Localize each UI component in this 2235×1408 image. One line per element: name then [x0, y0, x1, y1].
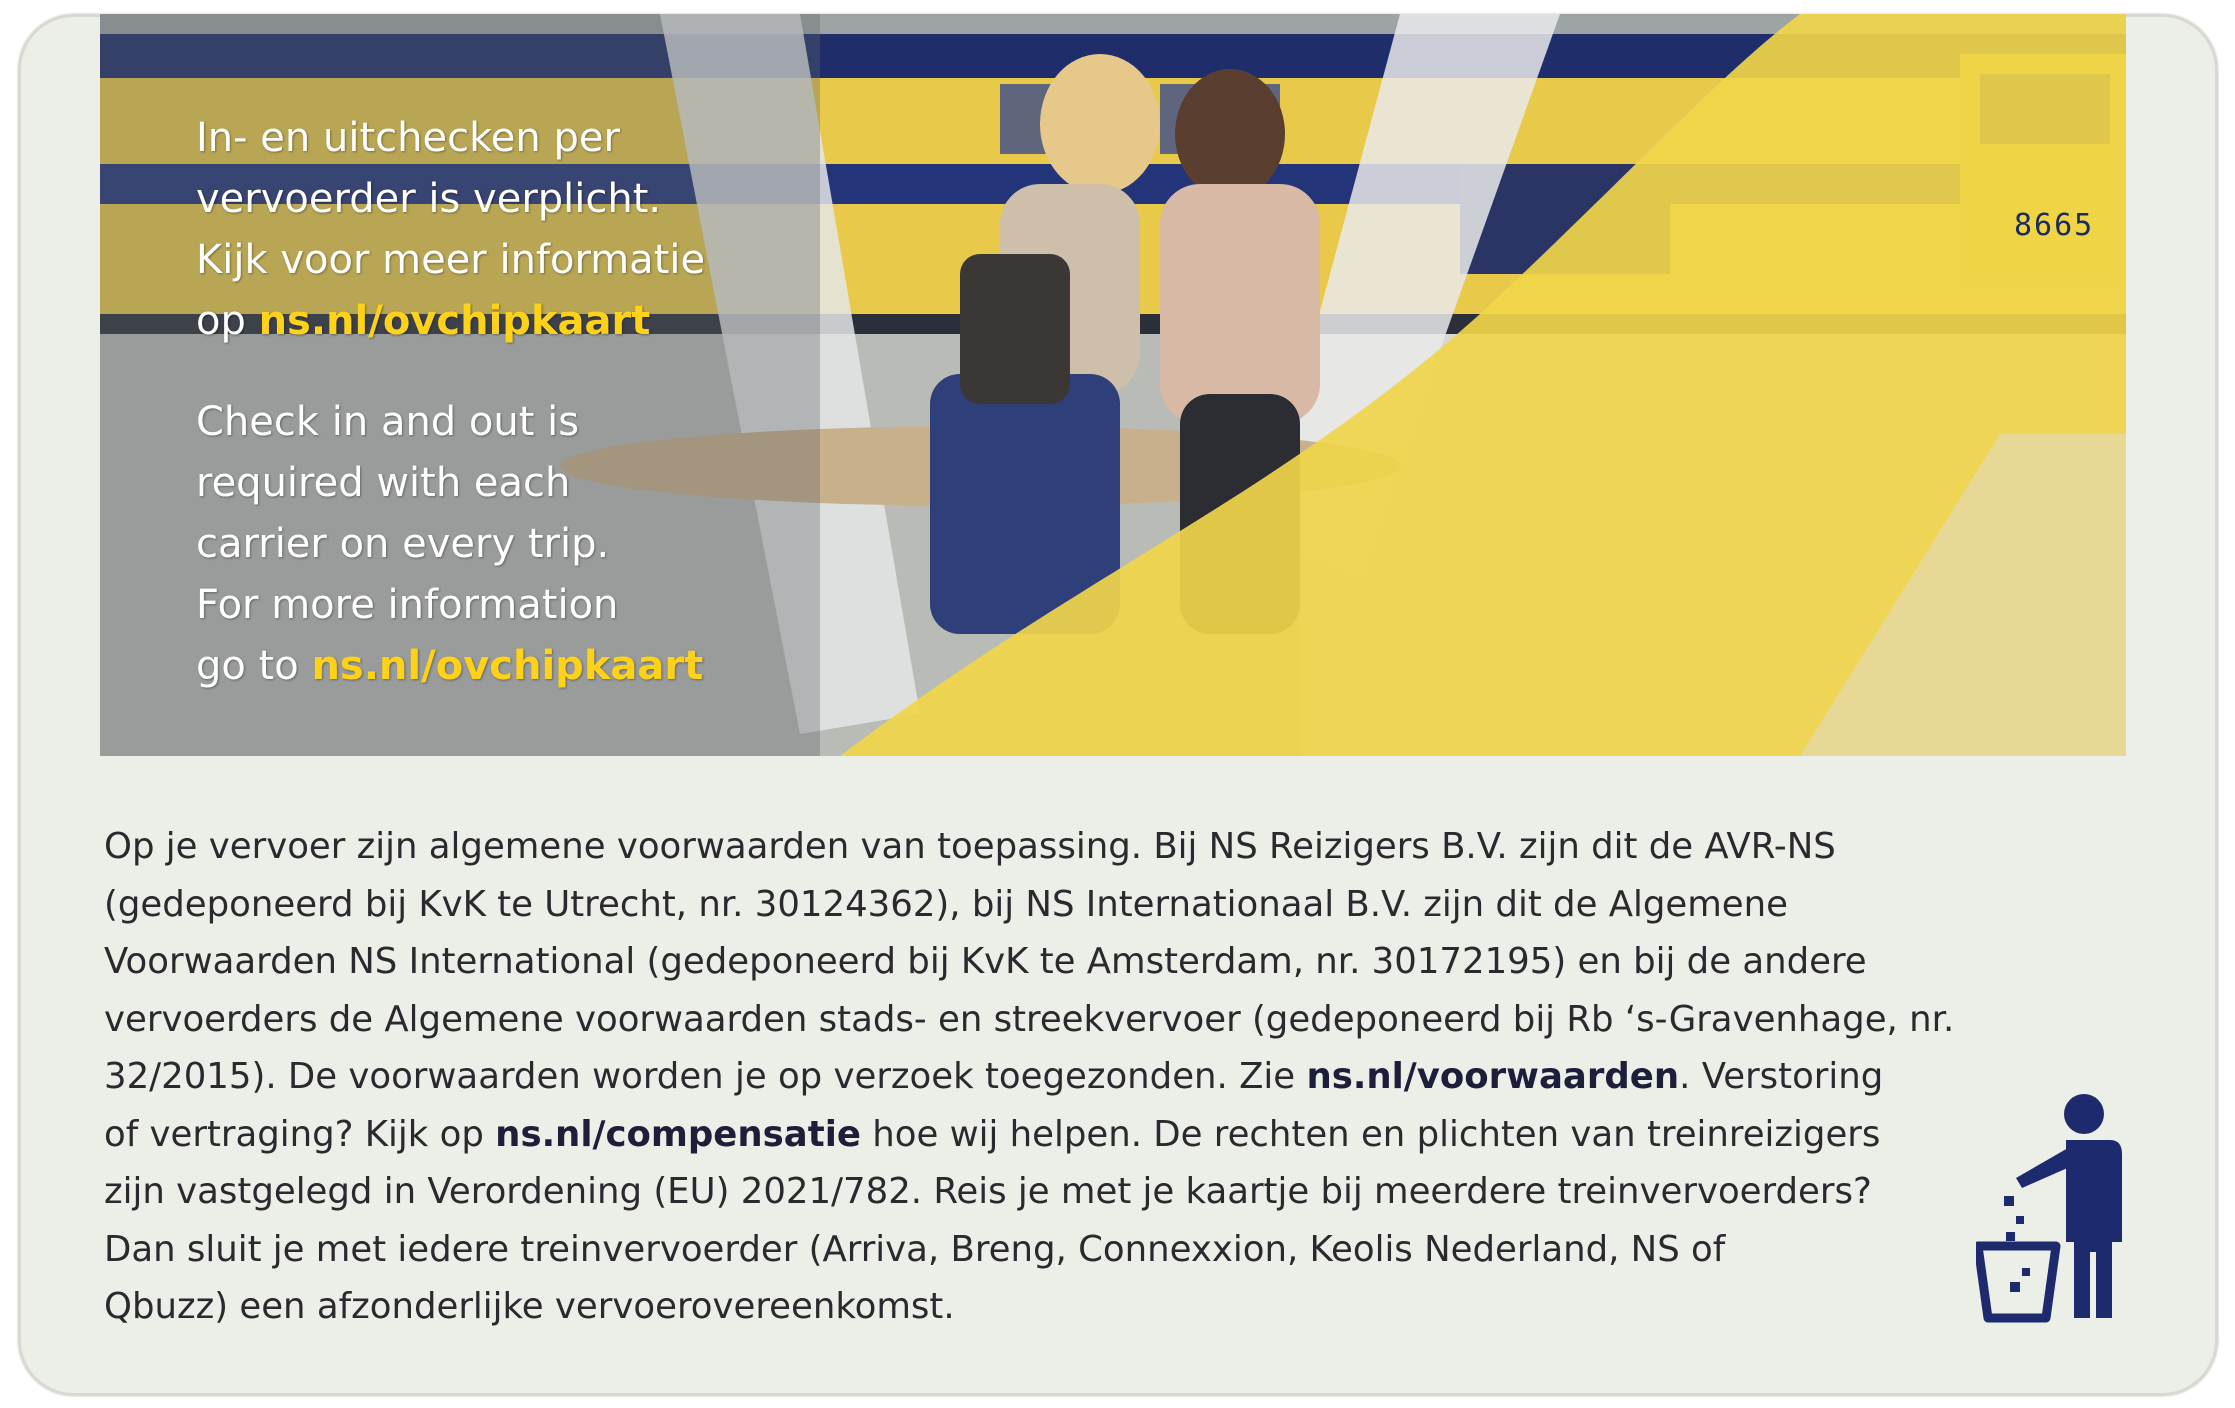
english-line-5: go to ns.nl/ovchipkaart — [196, 636, 703, 697]
platform-photo: 8665 In- en uitchecken per vervoerder is… — [100, 14, 2126, 756]
terms-line-9: Qbuzz) een afzonderlijke vervoerovereenk… — [104, 1286, 955, 1327]
dutch-checkin-notice: In- en uitchecken per vervoerder is verp… — [196, 108, 705, 352]
terms-line-1: Op je vervoer zijn algemene voorwaarden … — [104, 826, 1836, 867]
terms-line-5: 32/2015). De voorwaarden worden je op ve… — [104, 1048, 2064, 1106]
litter-bin-icon — [1976, 1094, 2122, 1323]
terms-line-6-pre: of vertraging? Kijk op — [104, 1113, 496, 1155]
dutch-line-1: In- en uitchecken per — [196, 115, 620, 161]
dutch-line-4: op ns.nl/ovchipkaart — [196, 291, 705, 352]
terms-line-6: of vertraging? Kijk op ns.nl/compensatie… — [104, 1106, 2064, 1164]
terms-line-4: vervoerders de Algemene voorwaarden stad… — [104, 998, 1955, 1040]
terms-line-3: Voorwaarden NS International (gedeponeer… — [104, 941, 1867, 982]
english-link-prefix: go to — [196, 643, 312, 689]
dutch-line-3: Kijk voor meer informatie — [196, 237, 706, 283]
ticket-card: 8665 In- en uitchecken per vervoerder is… — [18, 14, 2218, 1396]
english-checkin-notice: Check in and out is required with each c… — [196, 392, 703, 697]
terms-line-5-pre: 32/2015). De voorwaarden worden je op ve… — [104, 1056, 1307, 1097]
train-number: 8665 — [2014, 208, 2095, 243]
dutch-link-prefix: op — [196, 298, 259, 344]
english-ovchipkaart-link: ns.nl/ovchipkaart — [311, 643, 704, 689]
voorwaarden-link: ns.nl/voorwaarden — [1306, 1056, 1680, 1097]
english-line-1: Check in and out is — [196, 399, 580, 445]
terms-line-2: (gedeponeerd bij KvK te Utrecht, nr. 301… — [104, 883, 1788, 925]
english-line-2: required with each — [196, 460, 571, 506]
english-line-4: For more information — [196, 582, 619, 628]
terms-and-conditions-text: Op je vervoer zijn algemene voorwaarden … — [104, 818, 2064, 1336]
dutch-ovchipkaart-link: ns.nl/ovchipkaart — [258, 298, 651, 344]
dutch-line-2: vervoerder is verplicht. — [196, 176, 662, 222]
terms-line-6-post: hoe wij helpen. De rechten en plichten v… — [860, 1113, 1881, 1155]
compensatie-link: ns.nl/compensatie — [495, 1113, 861, 1155]
terms-line-8: Dan sluit je met iedere treinvervoerder … — [104, 1228, 1726, 1270]
english-line-3: carrier on every trip. — [196, 521, 610, 567]
terms-line-7: zijn vastgelegd in Verordening (EU) 2021… — [104, 1171, 1872, 1212]
terms-line-5-post: . Verstoring — [1679, 1056, 1884, 1097]
